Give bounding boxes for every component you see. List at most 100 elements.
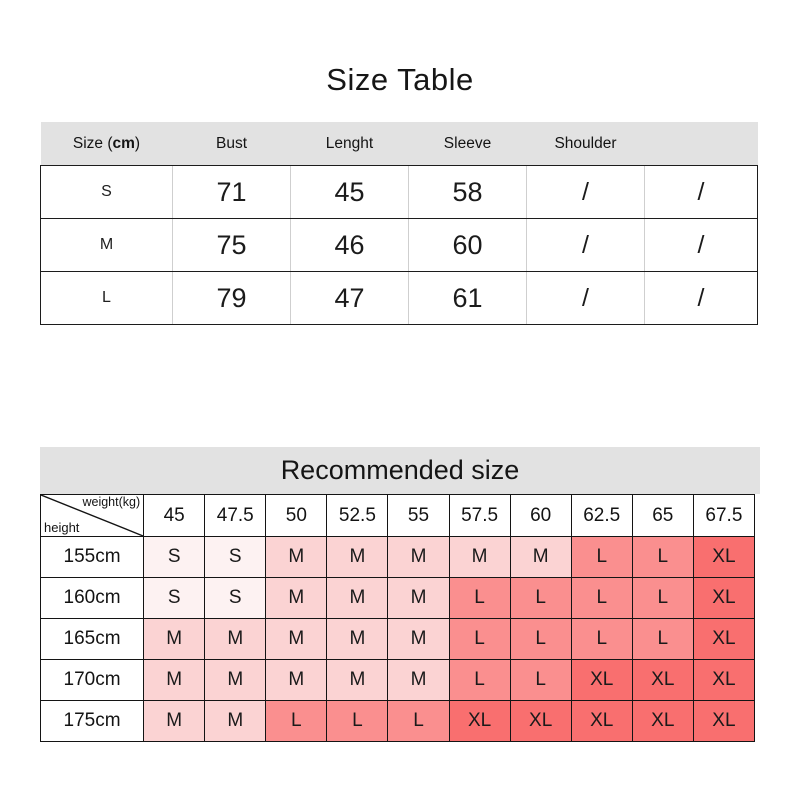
size-cell: M [143, 659, 206, 701]
size-cell: M [143, 700, 206, 742]
recommended-body: 155cm S S M M M M M L L XL 160cm S S M M M L L L L XL 165cm M M M… [39, 536, 756, 742]
recommended-header: weight(kg) height 45 47.5 50 52.5 55 57.… [39, 494, 756, 537]
cell-shoulder: / [526, 218, 645, 272]
column-header-shoulder: Shoulder [526, 122, 645, 166]
size-cell: XL [509, 700, 572, 742]
size-cell: M [265, 659, 328, 701]
size-cell: L [570, 536, 633, 578]
size-cell: XL [570, 700, 633, 742]
size-cell: L [631, 618, 694, 660]
weight-header-50: 50 [265, 494, 328, 537]
cell-sleeve: 60 [408, 218, 527, 272]
size-cell: L [509, 618, 572, 660]
page-title: Size Table [326, 62, 474, 97]
size-cell: L [509, 659, 572, 701]
cell-shoulder: / [526, 271, 645, 325]
cell-size: L [40, 271, 173, 325]
size-cell: M [204, 700, 267, 742]
size-cell: XL [692, 577, 756, 619]
size-cell: M [326, 659, 389, 701]
size-table-header: Size (cm) Bust Lenght Sleeve Shoulder [40, 122, 758, 166]
recommended-size-table: weight(kg) height 45 47.5 50 52.5 55 57.… [39, 494, 756, 742]
size-cell: XL [570, 659, 633, 701]
recommended-size-title: Recommended size [40, 447, 760, 494]
size-cell: S [143, 577, 206, 619]
table-row: 170cm M M M M M L L XL XL XL [39, 659, 756, 701]
size-cell: L [448, 659, 511, 701]
size-cell: M [326, 577, 389, 619]
height-label-175cm: 175cm [39, 700, 145, 742]
weight-header-52-5: 52.5 [326, 494, 389, 537]
weight-header-60: 60 [509, 494, 572, 537]
cell-bust: 75 [172, 218, 291, 272]
table-row: S 71 45 58 / / [40, 165, 758, 219]
size-cell: XL [692, 659, 756, 701]
corner-height-label: height [44, 520, 80, 535]
column-header-lenght: Lenght [290, 122, 409, 166]
column-header-empty [644, 122, 758, 166]
cell-extra: / [644, 218, 758, 272]
corner-axis-cell: weight(kg) height [39, 494, 145, 537]
size-cell: L [326, 700, 389, 742]
column-header-size-text: Size ( [72, 134, 113, 152]
cell-sleeve: 58 [408, 165, 527, 219]
size-table-section: Size Table Size (cm) Bust Lenght Sleeve … [40, 60, 760, 325]
cell-bust: 71 [172, 165, 291, 219]
size-cell: L [631, 536, 694, 578]
column-header-sleeve: Sleeve [408, 122, 527, 166]
column-header-size-suffix: ) [134, 134, 141, 152]
size-cell: M [509, 536, 572, 578]
cell-lenght: 45 [290, 165, 409, 219]
size-cell: L [509, 577, 572, 619]
weight-header-47-5: 47.5 [204, 494, 267, 537]
weight-header-65: 65 [631, 494, 694, 537]
table-row: 165cm M M M M M L L L L XL [39, 618, 756, 660]
size-cell: M [265, 577, 328, 619]
table-row: 160cm S S M M M L L L L XL [39, 577, 756, 619]
size-cell: M [387, 618, 450, 660]
size-cell: M [326, 536, 389, 578]
size-cell: S [204, 577, 267, 619]
size-table-header-row: Size (cm) Bust Lenght Sleeve Shoulder [40, 122, 758, 166]
recommended-header-row: weight(kg) height 45 47.5 50 52.5 55 57.… [39, 494, 756, 537]
weight-header-45: 45 [143, 494, 206, 537]
weight-header-62-5: 62.5 [570, 494, 633, 537]
size-table-body: S 71 45 58 / / M 75 46 60 / / L 79 47 61… [40, 165, 758, 325]
size-cell: M [387, 659, 450, 701]
size-cell: XL [631, 659, 694, 701]
table-row: L 79 47 61 / / [40, 271, 758, 325]
size-cell: L [631, 577, 694, 619]
cell-sleeve: 61 [408, 271, 527, 325]
cell-lenght: 47 [290, 271, 409, 325]
size-cell: XL [692, 700, 756, 742]
column-header-size-unit: cm [112, 134, 135, 152]
size-cell: M [448, 536, 511, 578]
size-cell: XL [692, 536, 756, 578]
weight-header-67-5: 67.5 [692, 494, 756, 537]
weight-header-55: 55 [387, 494, 450, 537]
size-cell: L [265, 700, 328, 742]
size-cell: M [265, 618, 328, 660]
cell-extra: / [644, 271, 758, 325]
size-cell: M [387, 577, 450, 619]
weight-header-57-5: 57.5 [448, 494, 511, 537]
cell-lenght: 46 [290, 218, 409, 272]
height-label-170cm: 170cm [39, 659, 145, 701]
column-header-bust: Bust [172, 122, 291, 166]
corner-weight-label: weight(kg) [82, 495, 141, 510]
size-cell: M [143, 618, 206, 660]
size-cell: XL [448, 700, 511, 742]
size-cell: L [448, 577, 511, 619]
size-cell: S [143, 536, 206, 578]
cell-bust: 79 [172, 271, 291, 325]
size-table: Size (cm) Bust Lenght Sleeve Shoulder S … [40, 122, 758, 325]
column-header-size: Size (cm) [40, 122, 173, 166]
cell-size: M [40, 218, 173, 272]
size-cell: L [387, 700, 450, 742]
height-label-155cm: 155cm [39, 536, 145, 578]
size-cell: M [326, 618, 389, 660]
size-cell: XL [631, 700, 694, 742]
cell-size: S [40, 165, 173, 219]
recommended-size-section: Recommended size weight(kg) height 45 47… [39, 447, 760, 742]
height-label-165cm: 165cm [39, 618, 145, 660]
